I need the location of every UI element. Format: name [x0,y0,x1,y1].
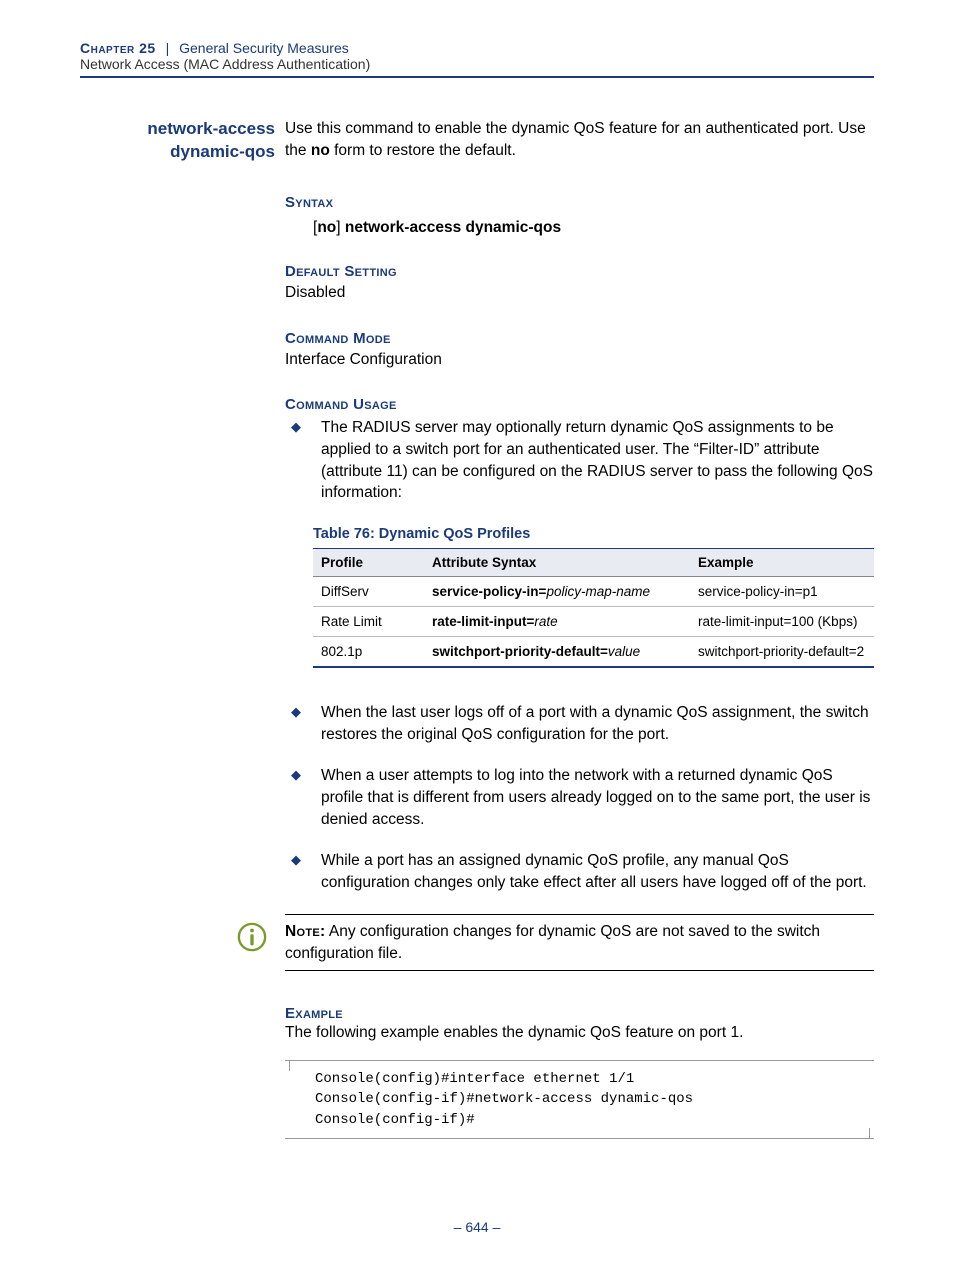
table-row: 802.1p switchport-priority-default=value… [313,637,874,668]
usage-bullet: When a user attempts to log into the net… [285,765,874,830]
section-title: General Security Measures [179,40,349,56]
command-usage-heading: Command Usage [285,396,874,413]
cell-example: rate-limit-input=100 (Kbps) [690,607,874,637]
cell-profile: DiffServ [313,577,424,607]
header-subsection: Network Access (MAC Address Authenticati… [80,56,874,72]
code-block: Console(config)#interface ethernet 1/1 C… [285,1060,874,1139]
usage-list-2: When the last user logs off of a port wi… [285,702,874,894]
command-mode-value: Interface Configuration [285,349,874,371]
table-row: Rate Limit rate-limit-input=rate rate-li… [313,607,874,637]
note-label: Note: [285,923,325,940]
cell-attr: switchport-priority-default=value [424,637,690,668]
command-mode-heading: Command Mode [285,330,874,347]
cell-attr: service-policy-in=policy-map-name [424,577,690,607]
cell-example: service-policy-in=p1 [690,577,874,607]
usage-bullet-1: The RADIUS server may optionally return … [285,417,874,504]
default-setting-heading: Default Setting [285,263,874,280]
th-attr-syntax: Attribute Syntax [424,549,690,577]
command-block: network-access dynamic-qos Use this comm… [80,118,874,164]
qos-profiles-table: Profile Attribute Syntax Example DiffSer… [313,548,874,668]
usage-list-1: The RADIUS server may optionally return … [285,417,874,504]
command-description: Use this command to enable the dynamic Q… [285,118,874,161]
command-name: network-access dynamic-qos [80,118,285,164]
page-header: Chapter 25 | General Security Measures N… [80,40,874,78]
cell-profile: Rate Limit [313,607,424,637]
table-row: DiffServ service-policy-in=policy-map-na… [313,577,874,607]
note-rule-bottom [285,970,874,971]
cell-attr: rate-limit-input=rate [424,607,690,637]
page-number: – 644 – [80,1219,874,1235]
table-caption: Table 76: Dynamic QoS Profiles [313,526,874,542]
note-text: Note: Any configuration changes for dyna… [285,915,874,970]
example-intro: The following example enables the dynami… [285,1024,874,1042]
th-profile: Profile [313,549,424,577]
info-icon [237,922,267,952]
cell-profile: 802.1p [313,637,424,668]
default-setting-value: Disabled [285,282,874,304]
th-example: Example [690,549,874,577]
example-heading: Example [285,1005,874,1022]
note-block: Note: Any configuration changes for dyna… [285,914,874,971]
command-name-line2: dynamic-qos [170,142,275,161]
usage-bullet: When the last user logs off of a port wi… [285,702,874,745]
syntax-heading: Syntax [285,194,874,211]
command-name-line1: network-access [147,119,275,138]
usage-bullet: While a port has an assigned dynamic QoS… [285,850,874,893]
cell-example: switchport-priority-default=2 [690,637,874,668]
header-line-1: Chapter 25 | General Security Measures [80,40,874,56]
header-separator: | [166,40,170,56]
table-header-row: Profile Attribute Syntax Example [313,549,874,577]
chapter-label: Chapter 25 [80,40,156,56]
syntax-line: [no] network-access dynamic-qos [313,219,874,237]
